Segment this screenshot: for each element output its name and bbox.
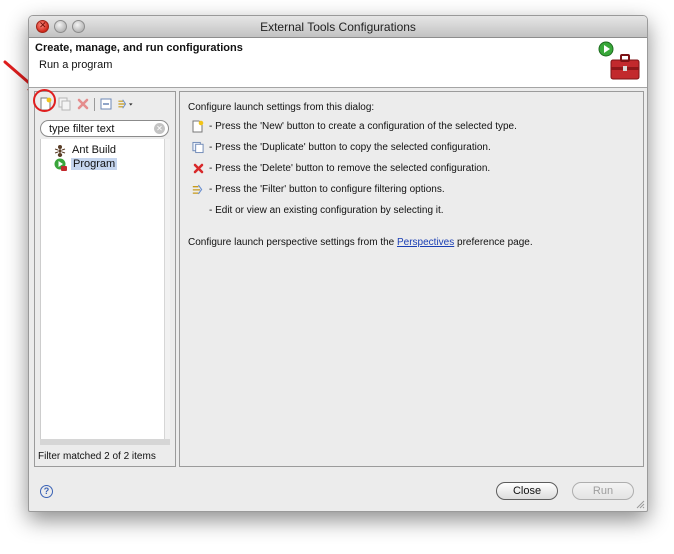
tree-item-program[interactable]: Program [54,157,118,171]
collapse-all-icon [100,98,112,110]
ant-icon [54,144,66,157]
new-configuration-icon [192,120,204,132]
filter-field[interactable]: ✕ [40,120,169,137]
filter-icon [192,184,203,194]
filter-input[interactable] [49,122,153,135]
configuration-list-panel: ✕ Ant Build Program [34,91,176,467]
resize-grip-icon[interactable] [635,499,645,509]
help-question-icon[interactable]: ? [40,485,53,498]
toolbar-separator [94,97,95,111]
tree-item-ant-build[interactable]: Ant Build [54,143,118,157]
help-panel: Configure launch settings from this dial… [179,91,644,467]
help-item-text: - Edit or view an existing configuration… [209,204,444,216]
title-bar: External Tools Configurations [29,16,647,38]
dialog-banner: Create, manage, and run configurations R… [29,38,647,88]
delete-button[interactable] [75,96,91,112]
help-item-duplicate: - Press the 'Duplicate' button to copy t… [192,141,491,153]
run-button[interactable]: Run [572,482,634,500]
external-tools-dialog: External Tools Configurations Create, ma… [28,15,648,512]
annotation-highlight-circle [33,89,56,112]
delete-icon [193,163,203,173]
collapse-all-button[interactable] [98,96,114,112]
banner-subtitle: Run a program [39,59,113,71]
help-item-new: - Press the 'New' button to create a con… [192,120,517,132]
dropdown-arrow-icon[interactable] [129,102,133,107]
window-title: External Tools Configurations [260,20,416,34]
help-item-delete: - Press the 'Delete' button to remove th… [192,162,490,174]
perspective-prefix: Configure launch perspective settings fr… [188,237,397,248]
help-item-text: - Press the 'New' button to create a con… [209,120,517,132]
tree-item-label: Program [71,158,118,170]
tree-item-label: Ant Build [72,144,117,156]
tree-vertical-scrollbar[interactable] [164,139,170,439]
filter-icon [118,99,127,109]
perspective-suffix: preference page. [454,237,533,248]
configuration-tree: Ant Build Program [40,139,164,439]
filter-match-status: Filter matched 2 of 2 items [38,451,156,462]
program-run-icon [54,158,67,171]
banner-title: Create, manage, and run configurations [35,42,243,54]
help-perspective-line: Configure launch perspective settings fr… [188,237,533,248]
filter-button[interactable] [117,96,133,112]
duplicate-button[interactable] [56,96,72,112]
duplicate-icon [192,141,204,153]
help-item-text: - Press the 'Delete' button to remove th… [209,162,491,174]
help-intro: Configure launch settings from this dial… [188,102,375,113]
perspectives-link[interactable]: Perspectives [397,237,454,248]
close-button[interactable]: Close [496,482,558,500]
help-item-text: - Press the 'Filter' button to configure… [209,183,445,195]
help-item-text: - Press the 'Duplicate' button to copy t… [209,141,491,153]
tree-horizontal-scrollbar[interactable] [40,439,170,445]
delete-icon [77,98,89,110]
help-item-edit: - Edit or view an existing configuration… [192,204,444,216]
clear-filter-icon[interactable]: ✕ [154,123,165,134]
toolbox-run-icon [598,41,640,80]
duplicate-icon [58,97,70,111]
help-item-filter: - Press the 'Filter' button to configure… [192,183,445,195]
